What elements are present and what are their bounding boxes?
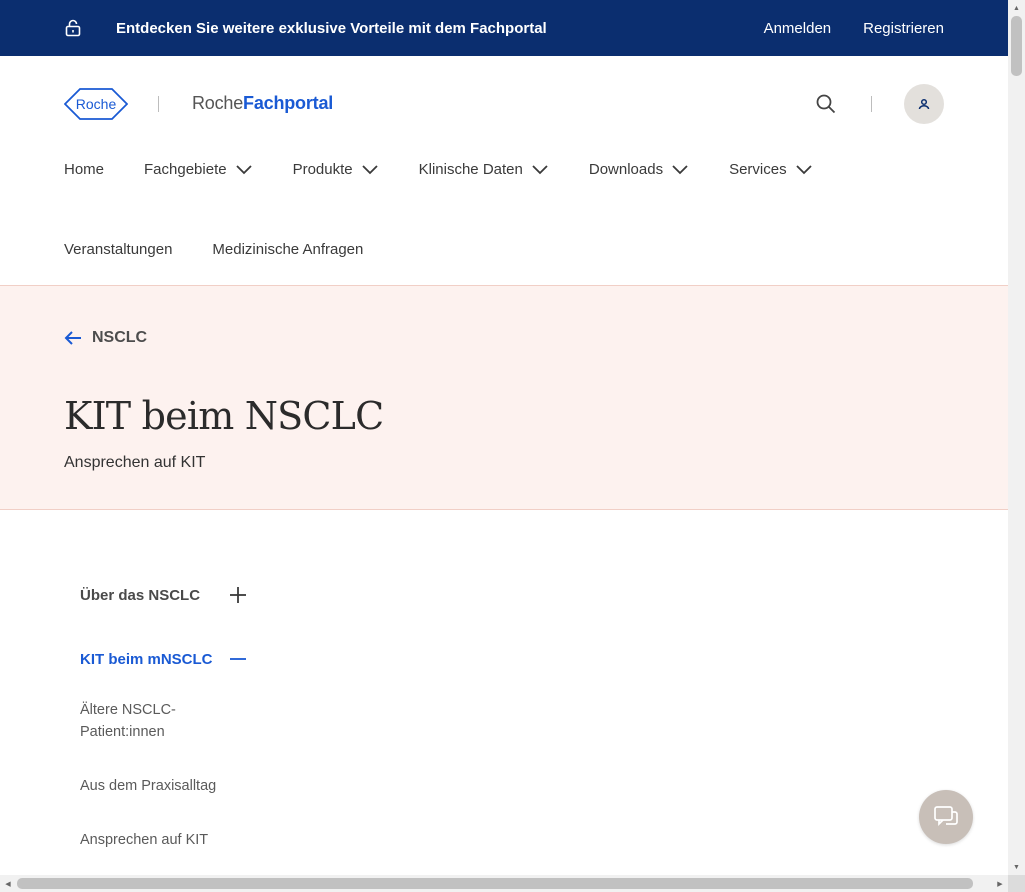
chat-icon <box>934 806 958 827</box>
menu-item-aeltere-patienten[interactable]: Ältere NSCLC-Patient:innen <box>80 699 190 743</box>
main-nav: Home Fachgebiete Produkte Klinische Date… <box>0 151 1008 285</box>
nav-label: Services <box>729 160 787 178</box>
nav-label: Klinische Daten <box>418 160 523 178</box>
promo-text: Entdecken Sie weitere exklusive Vorteile… <box>116 19 547 37</box>
chevron-down-icon <box>795 165 812 175</box>
page-title: KIT beim NSCLC <box>64 394 384 438</box>
nav-label: Veranstaltungen <box>64 241 173 258</box>
lock-icon <box>64 19 82 37</box>
nav-label: Medizinische Anfragen <box>212 241 364 258</box>
nav-label: Fachgebiete <box>144 160 227 178</box>
header-actions <box>815 83 944 124</box>
menu-section-kit-mnsclc[interactable]: KIT beim mNSCLC <box>80 644 260 674</box>
menu-item-praxisalltag[interactable]: Aus dem Praxisalltag <box>80 775 260 797</box>
roche-logo[interactable]: Roche <box>64 87 128 121</box>
nav-label: Produkte <box>292 160 353 178</box>
section-menu: Über das NSCLC KIT beim mNSCLC Ältere NS… <box>80 580 260 851</box>
back-link[interactable]: NSCLC <box>64 329 147 347</box>
minus-icon <box>230 658 246 660</box>
header-divider-2 <box>871 95 872 112</box>
page: Entdecken Sie weitere exklusive Vorteile… <box>0 0 1008 875</box>
auth-links: Anmelden Registrieren <box>764 20 944 37</box>
chat-button[interactable] <box>919 790 973 844</box>
page-subtitle: Ansprechen auf KIT <box>64 454 206 471</box>
menu-section-label: KIT beim mNSCLC <box>80 650 213 668</box>
menu-section-label: Über das NSCLC <box>80 586 201 604</box>
nav-label: Downloads <box>588 160 664 178</box>
scroll-right-arrow-icon[interactable]: ▶ <box>992 875 1008 892</box>
chevron-down-icon <box>532 165 548 175</box>
page-hero: NSCLC KIT beim NSCLC Ansprechen auf KIT <box>0 285 1008 510</box>
menu-item-ansprechen-kit[interactable]: Ansprechen auf KIT <box>80 829 260 851</box>
nav-item-produkte[interactable]: Produkte <box>293 161 379 178</box>
chevron-down-icon <box>235 165 252 175</box>
vertical-scrollbar[interactable]: ▲ ▼ <box>1008 0 1025 875</box>
chevron-down-icon <box>672 165 688 175</box>
portal-name[interactable]: RocheFachportal <box>192 93 333 114</box>
portal-bold: Fachportal <box>243 93 334 113</box>
promo-bar: Entdecken Sie weitere exklusive Vorteile… <box>0 0 1008 56</box>
scrollbar-corner <box>1008 875 1025 892</box>
nav-item-home[interactable]: Home <box>64 161 104 178</box>
nav-item-fachgebiete[interactable]: Fachgebiete <box>144 161 253 178</box>
nav-label: Home <box>64 160 105 178</box>
nav-row-primary: Home Fachgebiete Produkte Klinische Date… <box>64 151 944 187</box>
nav-row-secondary: Veranstaltungen Medizinische Anfragen <box>64 241 403 258</box>
nav-item-medizinische-anfragen[interactable]: Medizinische Anfragen <box>212 241 363 258</box>
chevron-down-icon <box>361 165 378 175</box>
login-link[interactable]: Anmelden <box>764 20 832 37</box>
scroll-up-arrow-icon[interactable]: ▲ <box>1008 0 1025 16</box>
register-link[interactable]: Registrieren <box>863 20 944 37</box>
header-divider <box>158 95 159 112</box>
vertical-scroll-thumb[interactable] <box>1011 16 1022 76</box>
back-link-label: NSCLC <box>92 329 148 346</box>
portal-prefix: Roche <box>192 93 244 113</box>
site-header: Roche RocheFachportal <box>0 56 1008 151</box>
user-avatar-button[interactable] <box>904 83 944 124</box>
nav-item-veranstaltungen[interactable]: Veranstaltungen <box>64 241 172 258</box>
scroll-down-arrow-icon[interactable]: ▼ <box>1008 859 1025 875</box>
menu-section-ueber-nsclc[interactable]: Über das NSCLC <box>80 580 260 610</box>
scroll-left-arrow-icon[interactable]: ◀ <box>0 875 16 892</box>
roche-logo-text: Roche <box>76 96 117 112</box>
user-icon <box>918 98 930 109</box>
plus-icon <box>230 587 246 603</box>
arrow-left-icon <box>64 331 81 345</box>
nav-item-services[interactable]: Services <box>729 161 813 178</box>
horizontal-scroll-thumb[interactable] <box>17 878 973 889</box>
nav-item-downloads[interactable]: Downloads <box>589 161 689 178</box>
horizontal-scrollbar[interactable]: ◀ ▶ <box>0 875 1008 892</box>
nav-item-klinische-daten[interactable]: Klinische Daten <box>419 161 549 178</box>
search-icon[interactable] <box>815 93 837 115</box>
